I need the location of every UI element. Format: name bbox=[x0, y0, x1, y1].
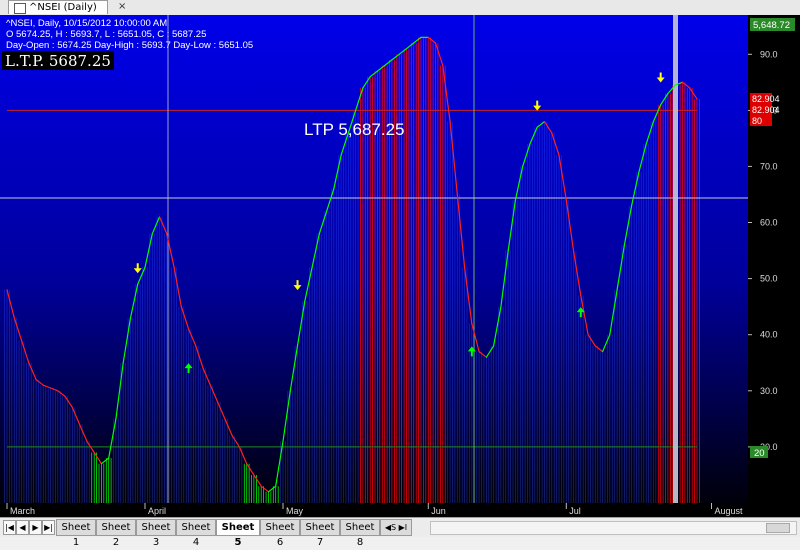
x-tick-label: Jul bbox=[569, 506, 581, 516]
horizontal-scrollbar[interactable] bbox=[430, 521, 797, 535]
prev-sheet-button[interactable]: ◀ bbox=[16, 520, 29, 535]
y-tick-label: 30.0 bbox=[760, 386, 778, 396]
level-badge-text: 20 bbox=[754, 448, 765, 459]
document-tab-bar: ^NSEI (Daily) × bbox=[0, 0, 800, 16]
header-line-2: O 5674.25, H : 5693.7, L : 5651.05, C : … bbox=[6, 29, 206, 40]
x-tick-label: April bbox=[148, 506, 166, 516]
close-tab-icon[interactable]: × bbox=[118, 1, 126, 12]
x-tick-label: Jun bbox=[431, 506, 446, 516]
document-tab-title: ^NSEI (Daily) bbox=[29, 2, 97, 13]
sheet-tab-8[interactable]: Sheet 8 bbox=[340, 519, 380, 548]
y-tick-label: 40.0 bbox=[760, 330, 778, 340]
first-sheet-button[interactable]: |◀ bbox=[3, 520, 16, 535]
last-sheet-button[interactable]: ▶| bbox=[42, 520, 55, 535]
header-line-3: Day-Open : 5674.25 Day-High : 5693.7 Day… bbox=[6, 40, 253, 51]
ltp-overlay-text: LTP 5,687.25 bbox=[304, 120, 405, 139]
plot-background bbox=[0, 15, 748, 503]
ltp-label: L.T.P. 5687.25 bbox=[5, 52, 111, 70]
x-tick-label: August bbox=[715, 506, 744, 516]
selected-bar-highlight bbox=[673, 15, 678, 503]
scrollbar-thumb[interactable] bbox=[766, 523, 790, 533]
sheet-tab-bar: |◀ ◀ ▶ ▶| Sheet 1 Sheet 2 Sheet 3 Sheet … bbox=[0, 517, 800, 548]
sheet-tab-7[interactable]: Sheet 7 bbox=[300, 519, 340, 548]
sheet-tab-5[interactable]: Sheet 5 bbox=[216, 519, 260, 548]
sheet-tab-2[interactable]: Sheet 2 bbox=[96, 519, 136, 548]
header-line-1: ^NSEI, Daily, 10/15/2012 10:00:00 AM bbox=[6, 18, 167, 29]
next-sheet-button[interactable]: ▶ bbox=[29, 520, 42, 535]
y-tick-label: 90.0 bbox=[760, 49, 778, 59]
y-tick-label: 70.0 bbox=[760, 161, 778, 171]
value-badge-1-text: 82.904 bbox=[752, 94, 780, 104]
sheet-tab-6[interactable]: Sheet 6 bbox=[260, 519, 300, 548]
price-badge-text: 5,648.72 bbox=[753, 20, 790, 31]
value-badge-3-text: 80 bbox=[752, 116, 762, 126]
x-axis-panel bbox=[0, 503, 748, 517]
sheet-tab-3[interactable]: Sheet 3 bbox=[136, 519, 176, 548]
x-tick-label: May bbox=[286, 506, 304, 516]
more-sheets-tab[interactable]: ◀S ▶I bbox=[380, 519, 412, 536]
y-tick-label: 50.0 bbox=[760, 274, 778, 284]
y-tick-label: 60.0 bbox=[760, 218, 778, 228]
sheet-tab-1[interactable]: Sheet 1 bbox=[56, 519, 96, 548]
chart-doc-icon bbox=[14, 3, 26, 14]
sheet-tab-4[interactable]: Sheet 4 bbox=[176, 519, 216, 548]
value-badge-2-text: 82.904 bbox=[752, 105, 780, 115]
document-tab[interactable]: ^NSEI (Daily) bbox=[8, 0, 108, 14]
chart[interactable]: 20.030.040.050.060.070.080.090.0 MarchAp… bbox=[0, 15, 800, 517]
x-tick-label: March bbox=[10, 506, 35, 516]
